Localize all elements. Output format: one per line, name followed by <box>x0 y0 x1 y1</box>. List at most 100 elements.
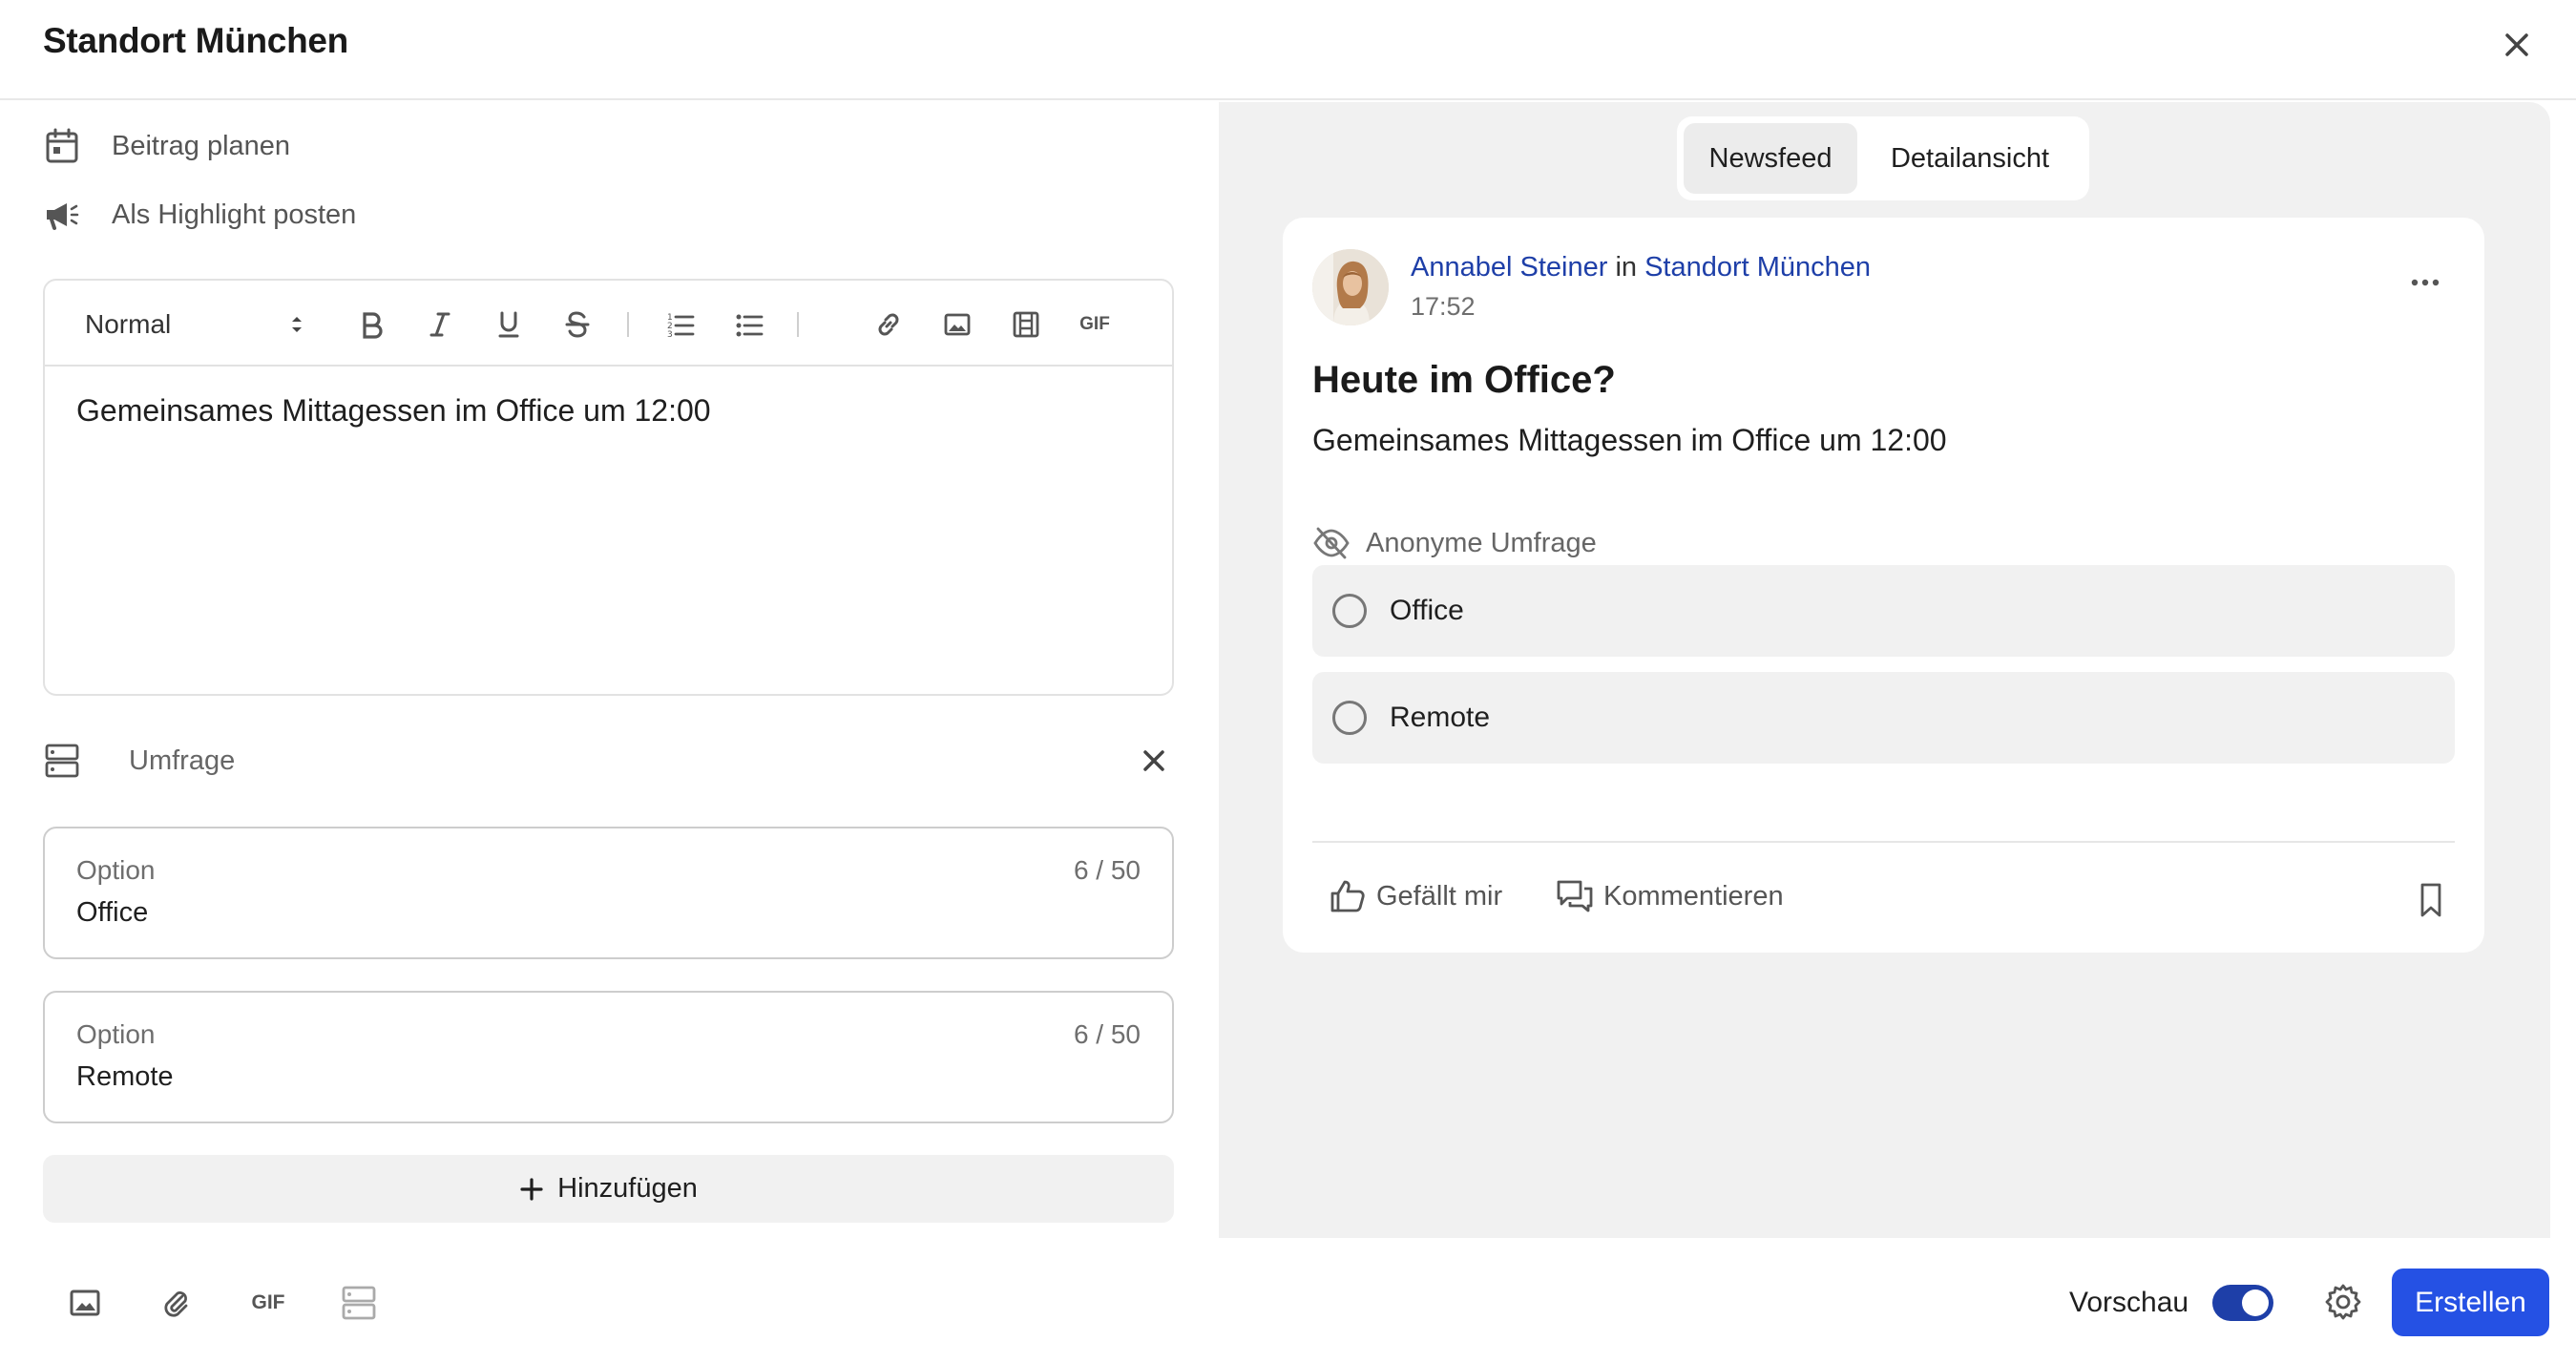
card-divider <box>1312 841 2455 843</box>
attach-file-button[interactable] <box>155 1282 197 1324</box>
insert-video-button[interactable] <box>1005 304 1047 346</box>
poll-vote-option-label: Remote <box>1390 702 1491 733</box>
megaphone-icon <box>43 196 81 234</box>
preview-toggle-label: Vorschau <box>2069 1287 2189 1318</box>
post-author-line: Annabel Steiner in Standort München <box>1411 252 1871 283</box>
author-link[interactable]: Annabel Steiner <box>1411 252 1607 283</box>
ordered-list-button[interactable]: 1 2 3 <box>660 304 702 346</box>
text-format-select[interactable]: Normal <box>85 304 304 346</box>
calendar-icon <box>43 127 81 165</box>
radio-button[interactable] <box>1332 594 1367 628</box>
bold-button[interactable] <box>350 304 392 346</box>
insert-image-button[interactable] <box>936 304 978 346</box>
poll-option-field[interactable]: Option 6 / 50 Remote <box>43 991 1174 1123</box>
strikethrough-icon <box>565 311 590 338</box>
group-link[interactable]: Standort München <box>1644 252 1871 283</box>
preview-view-switch: Newsfeed Detailansicht <box>1677 116 2089 200</box>
toggle-knob <box>2242 1290 2269 1316</box>
poll-vote-option[interactable]: Office <box>1312 565 2455 657</box>
gear-icon <box>2325 1284 2361 1320</box>
poll-icon <box>43 742 81 780</box>
post-more-button[interactable] <box>2404 271 2446 294</box>
ordered-list-icon: 1 2 3 <box>667 313 695 339</box>
radio-button[interactable] <box>1332 701 1367 735</box>
post-title: Heute im Office? <box>1312 359 1616 401</box>
insert-gif-button[interactable]: GIF <box>1074 304 1116 346</box>
author-in-word: in <box>1615 252 1638 283</box>
close-icon <box>2505 33 2528 56</box>
poll-section-header: Umfrage <box>43 737 1174 785</box>
character-counter: 6 / 50 <box>1073 1019 1141 1049</box>
paperclip-icon <box>164 1291 188 1317</box>
strikethrough-button[interactable] <box>556 304 598 346</box>
bullet-list-icon <box>736 314 764 337</box>
underline-icon <box>498 311 519 338</box>
poll-option-value: Office <box>76 897 149 928</box>
comment-bubbles-icon <box>1557 880 1593 912</box>
avatar <box>1312 249 1389 325</box>
bullet-list-button[interactable] <box>728 304 770 346</box>
remove-poll-button[interactable] <box>1134 741 1174 781</box>
bookmark-icon <box>2420 883 2441 917</box>
poll-icon <box>342 1286 376 1320</box>
tab-newsfeed[interactable]: Newsfeed <box>1684 123 1857 194</box>
page-title: Standort München <box>43 21 348 60</box>
video-film-icon <box>1013 311 1039 338</box>
poll-label: Umfrage <box>129 744 236 776</box>
plus-icon <box>520 1177 543 1201</box>
anonymous-poll-indicator: Anonyme Umfrage <box>1312 526 1597 560</box>
post-preview-panel: Newsfeed Detailansicht Annabel Steiner i… <box>1219 102 2550 1238</box>
add-poll-option-label: Hinzufügen <box>557 1173 698 1204</box>
link-icon <box>878 313 899 336</box>
post-as-highlight-label: Als Highlight posten <box>112 199 357 230</box>
settings-button[interactable] <box>2322 1281 2364 1323</box>
poll-option-field-label: Option <box>76 1019 156 1049</box>
dialog-header: Standort München <box>0 0 2576 100</box>
add-poll-button[interactable] <box>338 1282 380 1324</box>
poll-option-field[interactable]: Option 6 / 50 Office <box>43 827 1174 959</box>
post-timestamp: 17:52 <box>1411 292 1476 321</box>
underline-button[interactable] <box>488 304 530 346</box>
add-poll-option-button[interactable]: Hinzufügen <box>43 1155 1174 1223</box>
character-counter: 6 / 50 <box>1073 855 1141 885</box>
post-as-highlight-option[interactable]: Als Highlight posten <box>43 191 356 239</box>
poll-option-field-label: Option <box>76 855 156 885</box>
toolbar-divider <box>797 312 799 337</box>
more-horizontal-icon <box>2411 279 2440 286</box>
close-icon <box>1143 750 1164 771</box>
create-button[interactable]: Erstellen <box>2392 1269 2549 1336</box>
tab-detail-view[interactable]: Detailansicht <box>1857 123 2083 194</box>
post-body: Gemeinsames Mittagessen im Office um 12:… <box>1312 423 1947 457</box>
schedule-post-option[interactable]: Beitrag planen <box>43 122 290 170</box>
poll-option-value: Remote <box>76 1061 174 1092</box>
like-button[interactable]: Gefällt mir <box>1329 877 1502 915</box>
poll-vote-option[interactable]: Remote <box>1312 672 2455 764</box>
comment-button[interactable]: Kommentieren <box>1556 877 1784 915</box>
image-icon <box>944 313 971 336</box>
image-icon <box>70 1290 100 1316</box>
text-format-value: Normal <box>85 309 172 339</box>
poll-vote-option-label: Office <box>1390 595 1464 626</box>
insert-link-button[interactable] <box>868 304 910 346</box>
comment-label: Kommentieren <box>1603 880 1784 912</box>
eye-off-icon <box>1313 527 1350 559</box>
attach-image-button[interactable] <box>64 1282 106 1324</box>
bookmark-button[interactable] <box>2414 881 2448 919</box>
toolbar-divider <box>627 312 629 337</box>
close-dialog-button[interactable] <box>2495 23 2539 67</box>
italic-icon <box>429 312 450 337</box>
schedule-post-label: Beitrag planen <box>112 130 291 161</box>
preview-toggle[interactable] <box>2212 1285 2273 1321</box>
post-preview-card: Annabel Steiner in Standort München 17:5… <box>1283 218 2484 953</box>
italic-button[interactable] <box>419 304 461 346</box>
attach-gif-button[interactable]: GIF <box>247 1282 289 1324</box>
editor-toolbar: Normal 1 2 3 GIF <box>45 281 1172 367</box>
up-down-chevron-icon <box>292 317 302 332</box>
anonymous-poll-label: Anonyme Umfrage <box>1366 527 1597 558</box>
like-label: Gefällt mir <box>1376 880 1503 912</box>
thumbs-up-icon <box>1330 880 1365 912</box>
bold-icon <box>363 312 383 339</box>
svg-text:3: 3 <box>667 330 673 339</box>
rich-text-editor: Normal 1 2 3 GIF Gemeinsames Mittagessen… <box>43 279 1174 696</box>
post-body-input[interactable]: Gemeinsames Mittagessen im Office um 12:… <box>76 393 711 429</box>
